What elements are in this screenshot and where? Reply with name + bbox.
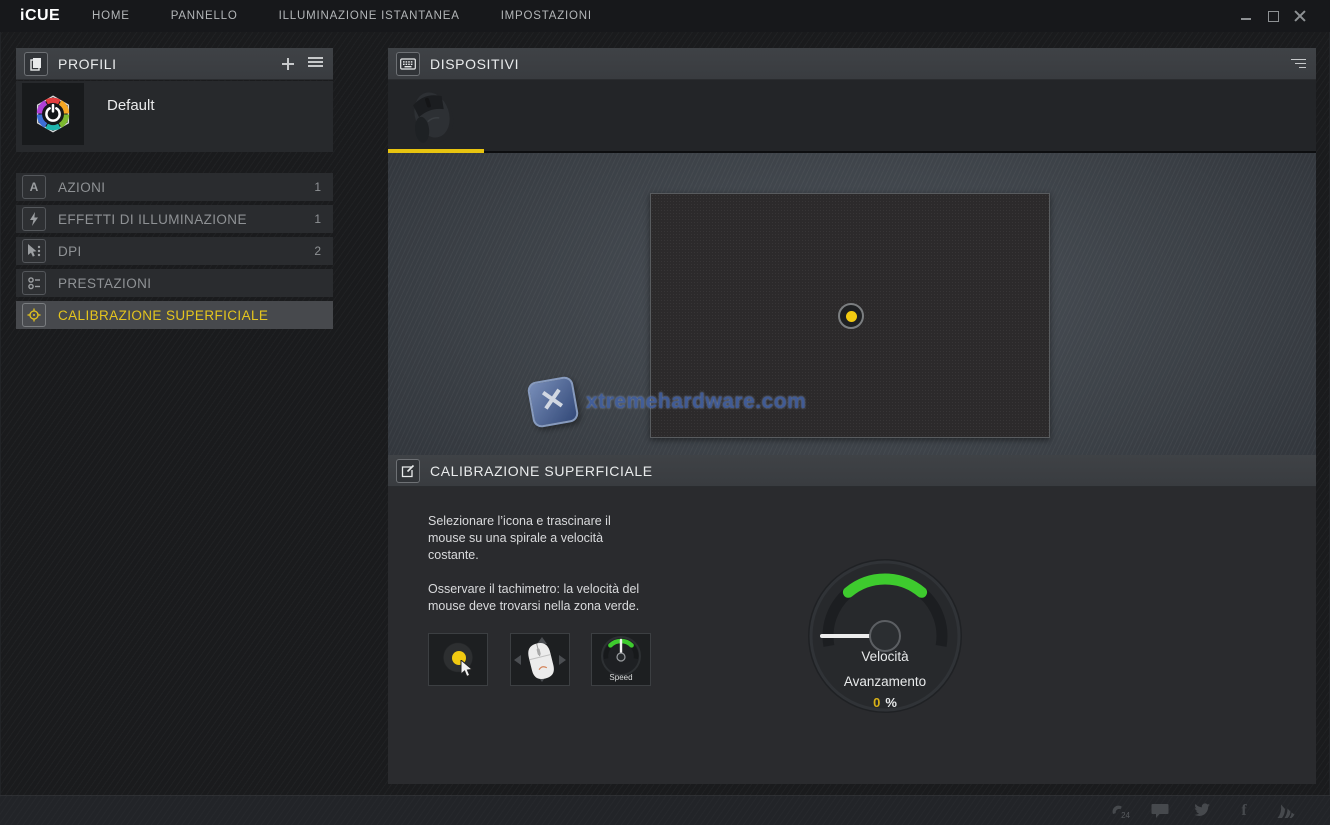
footer-bar: 24 f <box>0 795 1330 825</box>
close-button[interactable] <box>1294 10 1306 22</box>
calibration-drag-dot[interactable] <box>838 303 864 329</box>
sort-icon[interactable] <box>1291 59 1306 69</box>
edit-icon <box>396 459 420 483</box>
calibration-title: CALIBRAZIONE SUPERFICIALE <box>430 463 653 479</box>
calibration-area: ✕ xtremehardware.com <box>388 153 1316 455</box>
progress-value: 0 <box>873 695 880 710</box>
item-count: 1 <box>314 212 321 226</box>
profiles-title: PROFILI <box>58 56 117 72</box>
actions-icon: A <box>22 175 46 199</box>
demo-speed-gauge: Speed <box>591 633 651 686</box>
maximize-button[interactable] <box>1267 10 1279 22</box>
performance-icon <box>22 271 46 295</box>
item-count: 2 <box>314 244 321 258</box>
white-mouse-icon <box>525 641 557 681</box>
icue-profile-logo-icon <box>30 91 76 137</box>
sidebar-item-prestazioni[interactable]: PRESTAZIONI <box>16 269 333 297</box>
instruction-select-icon: Selezionare l’icona e trascinare il mous… <box>428 513 748 564</box>
mouse-device-image <box>396 84 468 146</box>
menu-illuminazione-istantanea[interactable]: ILLUMINAZIONE ISTANTANEA <box>279 10 460 22</box>
sidebar-menu: A AZIONI 1 EFFETTI DI ILLUMINAZIONE 1 <box>16 173 333 329</box>
dpi-icon <box>22 239 46 263</box>
gauge-hub <box>870 621 900 651</box>
minimize-button[interactable] <box>1240 10 1252 22</box>
profile-item-default[interactable]: Default <box>16 81 333 152</box>
mini-gauge-label: Speed <box>592 673 650 682</box>
calibration-content: Selezionare l’icona e trascinare il mous… <box>388 487 1316 784</box>
sidebar-item-azioni[interactable]: A AZIONI 1 <box>16 173 333 201</box>
arrow-right-icon <box>559 655 566 665</box>
window-controls <box>1240 10 1330 22</box>
support-24-icon[interactable]: 24 <box>1108 802 1128 820</box>
icue-window: iCUE HOME PANNELLO ILLUMINAZIONE ISTANTA… <box>0 0 1330 825</box>
speed-gauge <box>805 556 965 716</box>
facebook-icon[interactable]: f <box>1234 802 1254 820</box>
calibration-icon <box>22 303 46 327</box>
keyboard-icon <box>396 52 420 76</box>
progress-label: Avanzamento <box>805 674 965 689</box>
mini-gauge-icon <box>598 634 644 676</box>
main-menu: HOME PANNELLO ILLUMINAZIONE ISTANTANEA I… <box>92 10 592 22</box>
profiles-icon <box>24 52 48 76</box>
menu-impostazioni[interactable]: IMPOSTAZIONI <box>501 10 592 22</box>
profiles-sidebar: PROFILI <box>16 48 333 333</box>
gauge-label: Velocità <box>805 649 965 664</box>
arrow-left-icon <box>514 655 521 665</box>
progress-value-row: 0% <box>805 695 965 710</box>
profile-name: Default <box>107 97 155 114</box>
lighting-icon <box>22 207 46 231</box>
device-tab-mouse[interactable] <box>388 80 484 153</box>
demo-drag-dot <box>428 633 488 686</box>
app-header: iCUE HOME PANNELLO ILLUMINAZIONE ISTANTA… <box>0 0 1330 32</box>
demo-move-mouse <box>510 633 570 686</box>
devices-header: DISPOSITIVI <box>388 48 1316 80</box>
sidebar-item-calibrazione-superficiale[interactable]: CALIBRAZIONE SUPERFICIALE <box>16 301 333 329</box>
cursor-icon <box>460 660 475 678</box>
corsair-logo-icon[interactable] <box>1276 802 1296 820</box>
profile-avatar <box>22 83 84 145</box>
profiles-header: PROFILI <box>16 48 333 80</box>
calibration-section-header: CALIBRAZIONE SUPERFICIALE <box>388 455 1316 487</box>
devices-panel: DISPOSITIVI <box>388 48 1316 780</box>
watermark: ✕ xtremehardware.com <box>530 379 806 425</box>
instruction-watch-gauge: Osservare il tachimetro: la velocità del… <box>428 581 748 615</box>
watermark-text: xtremehardware.com <box>586 390 806 414</box>
device-tab-strip <box>388 80 1316 153</box>
twitter-icon[interactable] <box>1192 802 1212 820</box>
profile-menu-icon[interactable] <box>308 55 323 73</box>
sidebar-item-dpi[interactable]: DPI 2 <box>16 237 333 265</box>
watermark-logo: ✕ <box>526 375 579 428</box>
speed-gauge-dial <box>805 556 965 716</box>
chat-icon[interactable] <box>1150 802 1170 820</box>
progress-unit: % <box>885 695 897 710</box>
item-count: 1 <box>314 180 321 194</box>
menu-home[interactable]: HOME <box>92 10 130 22</box>
devices-title: DISPOSITIVI <box>430 56 519 72</box>
icue-logo: iCUE <box>0 7 92 25</box>
sidebar-item-effetti-di-illuminazione[interactable]: EFFETTI DI ILLUMINAZIONE 1 <box>16 205 333 233</box>
add-profile-icon[interactable] <box>281 57 295 71</box>
menu-pannello[interactable]: PANNELLO <box>171 10 238 22</box>
